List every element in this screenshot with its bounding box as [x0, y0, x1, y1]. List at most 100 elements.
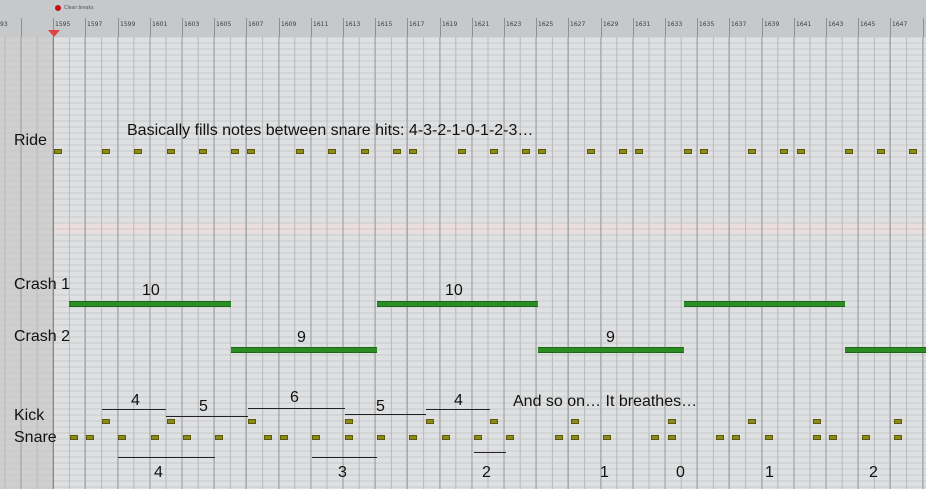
snare-note[interactable] — [345, 435, 353, 440]
snare-note[interactable] — [118, 435, 126, 440]
snare-count: 1 — [600, 464, 609, 481]
kick-note[interactable] — [748, 419, 756, 424]
ride-note[interactable] — [522, 149, 530, 154]
kick-note[interactable] — [668, 419, 676, 424]
ruler-number: 1597 — [87, 21, 103, 28]
crash2-note-bar[interactable] — [845, 347, 926, 353]
ruler-tick — [21, 18, 22, 37]
snare-count: 2 — [869, 464, 878, 481]
ride-note[interactable] — [199, 149, 207, 154]
snare-note[interactable] — [506, 435, 514, 440]
snare-note[interactable] — [86, 435, 94, 440]
snare-note[interactable] — [474, 435, 482, 440]
ruler-tick — [182, 18, 183, 37]
ruler-number: 1607 — [248, 21, 264, 28]
kick-note[interactable] — [102, 419, 110, 424]
ride-note[interactable] — [587, 149, 595, 154]
ride-note[interactable] — [797, 149, 805, 154]
playhead-arrow-icon[interactable] — [48, 30, 60, 37]
snare-bracket — [118, 457, 215, 458]
ruler-number: 1637 — [731, 21, 747, 28]
snare-note[interactable] — [813, 435, 821, 440]
ride-note[interactable] — [167, 149, 175, 154]
snare-note[interactable] — [668, 435, 676, 440]
ruler-number: 1629 — [603, 21, 619, 28]
ruler-number: 1617 — [409, 21, 425, 28]
piano-roll-grid[interactable] — [0, 37, 926, 489]
ruler-number: 1609 — [281, 21, 297, 28]
ride-note[interactable] — [102, 149, 110, 154]
ride-note[interactable] — [247, 149, 255, 154]
snare-note[interactable] — [765, 435, 773, 440]
ride-note[interactable] — [231, 149, 239, 154]
ride-note[interactable] — [700, 149, 708, 154]
track-label-crash1: Crash 1 — [14, 276, 71, 293]
kick-note[interactable] — [571, 419, 579, 424]
crash1-count: 10 — [142, 282, 160, 299]
snare-note[interactable] — [571, 435, 579, 440]
snare-note[interactable] — [894, 435, 902, 440]
ride-note[interactable] — [877, 149, 885, 154]
kick-note[interactable] — [167, 419, 175, 424]
snare-count: 1 — [765, 464, 774, 481]
crash2-note-bar[interactable] — [538, 347, 684, 353]
snare-note[interactable] — [377, 435, 385, 440]
snare-note[interactable] — [829, 435, 837, 440]
marker-label: Clean breaks — [64, 5, 94, 11]
ride-note[interactable] — [684, 149, 692, 154]
ride-note[interactable] — [328, 149, 336, 154]
snare-note[interactable] — [732, 435, 740, 440]
crash2-note-bar[interactable] — [231, 347, 377, 353]
ride-note[interactable] — [134, 149, 142, 154]
marker-dot[interactable] — [55, 5, 61, 11]
ride-note[interactable] — [538, 149, 546, 154]
snare-note[interactable] — [70, 435, 78, 440]
kick-note[interactable] — [248, 419, 256, 424]
kick-note[interactable] — [345, 419, 353, 424]
ride-note[interactable] — [780, 149, 788, 154]
snare-note[interactable] — [862, 435, 870, 440]
snare-note[interactable] — [555, 435, 563, 440]
kick-note[interactable] — [813, 419, 821, 424]
ride-note[interactable] — [458, 149, 466, 154]
ruler-tick — [279, 18, 280, 37]
crash1-note-bar[interactable] — [684, 301, 845, 307]
ride-note[interactable] — [296, 149, 304, 154]
ruler-tick — [697, 18, 698, 37]
ruler-tick — [504, 18, 505, 37]
kick-note[interactable] — [490, 419, 498, 424]
ride-note[interactable] — [619, 149, 627, 154]
snare-note[interactable] — [183, 435, 191, 440]
ruler-tick — [343, 18, 344, 37]
crash1-note-bar[interactable] — [69, 301, 231, 307]
ruler-number: 1625 — [538, 21, 554, 28]
snare-note[interactable] — [409, 435, 417, 440]
kick-bracket — [248, 408, 345, 409]
snare-note[interactable] — [716, 435, 724, 440]
ride-note[interactable] — [748, 149, 756, 154]
ride-note[interactable] — [490, 149, 498, 154]
ride-note[interactable] — [635, 149, 643, 154]
ruler-tick — [826, 18, 827, 37]
snare-note[interactable] — [264, 435, 272, 440]
snare-note[interactable] — [215, 435, 223, 440]
snare-note[interactable] — [651, 435, 659, 440]
ride-note[interactable] — [409, 149, 417, 154]
snare-note[interactable] — [442, 435, 450, 440]
kick-note[interactable] — [894, 419, 902, 424]
snare-note[interactable] — [280, 435, 288, 440]
snare-note[interactable] — [603, 435, 611, 440]
snare-bracket — [312, 457, 377, 458]
ride-note[interactable] — [909, 149, 917, 154]
ride-note[interactable] — [393, 149, 401, 154]
kick-count: 6 — [290, 389, 299, 406]
snare-note[interactable] — [312, 435, 320, 440]
kick-note[interactable] — [426, 419, 434, 424]
ride-note[interactable] — [361, 149, 369, 154]
crash1-note-bar[interactable] — [377, 301, 538, 307]
snare-note[interactable] — [151, 435, 159, 440]
ride-note[interactable] — [845, 149, 853, 154]
ruler-number: 1627 — [570, 21, 586, 28]
timeline-ruler[interactable]: Clean breaks 93 1595 1597 1599 1601 1603 1605 1… — [0, 0, 926, 38]
ride-note[interactable] — [54, 149, 62, 154]
